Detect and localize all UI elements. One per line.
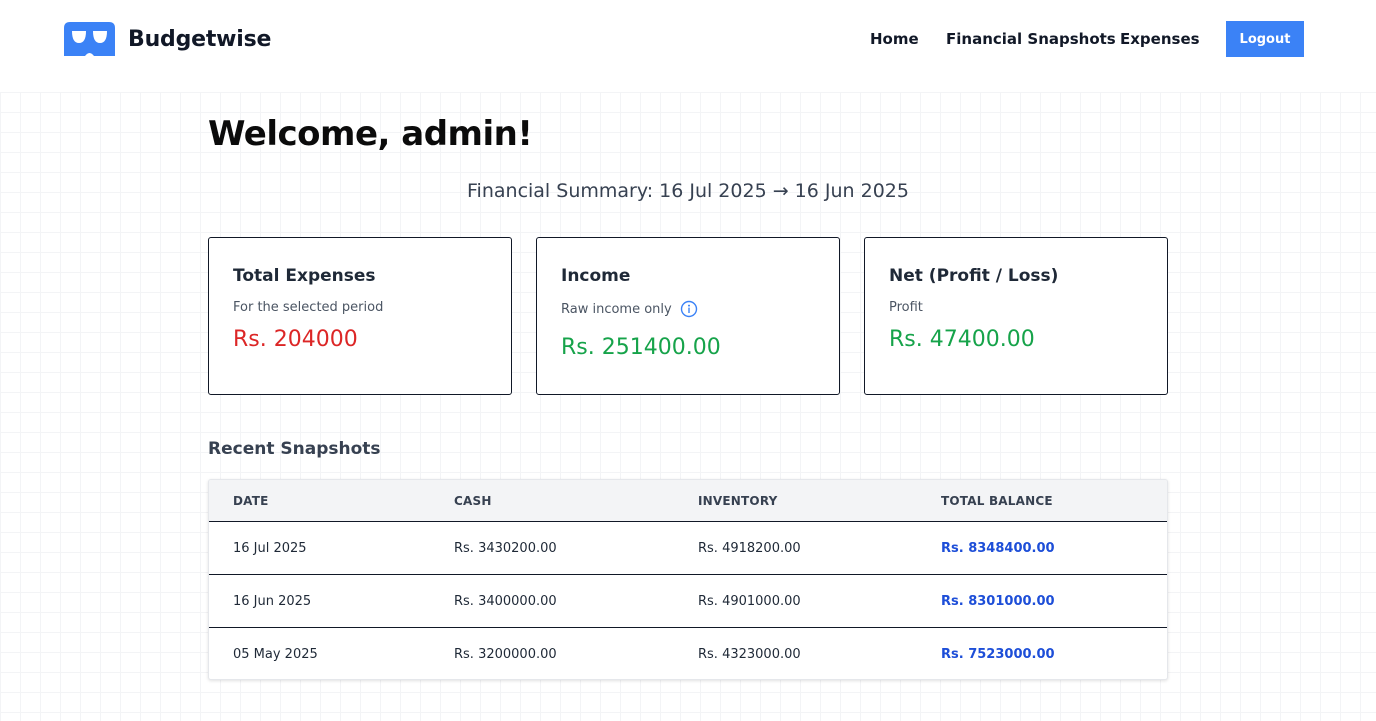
nav-financial-snapshots-link[interactable]: Financial Snapshots	[946, 30, 1116, 48]
column-header-date: DATE	[233, 494, 269, 508]
cell-inventory: Rs. 4901000.00	[698, 594, 801, 609]
net-profit-loss-card: Net (Profit / Loss) Profit Rs. 47400.00	[864, 237, 1168, 395]
cell-total-balance: Rs. 8301000.00	[941, 594, 1055, 609]
card-title: Total Expenses	[233, 266, 376, 286]
column-header-total-balance: TOTAL BALANCE	[941, 494, 1053, 508]
cell-cash: Rs. 3200000.00	[454, 647, 557, 662]
total-expenses-card: Total Expenses For the selected period R…	[208, 237, 512, 395]
income-card: Income Raw income only Rs. 251400.00	[536, 237, 840, 395]
cell-cash: Rs. 3400000.00	[454, 594, 557, 609]
net-profit-value: Rs. 47400.00	[889, 327, 1035, 352]
income-value: Rs. 251400.00	[561, 335, 721, 360]
brand[interactable]: Budgetwise	[64, 22, 271, 56]
card-subtitle: Raw income only	[561, 300, 815, 318]
cell-date: 16 Jun 2025	[233, 594, 312, 609]
snapshots-table: DATE CASH INVENTORY TOTAL BALANCE 16 Jul…	[208, 479, 1168, 680]
card-title: Income	[561, 266, 631, 286]
card-title: Net (Profit / Loss)	[889, 266, 1059, 286]
table-header: DATE CASH INVENTORY TOTAL BALANCE	[209, 480, 1167, 522]
table-row: 05 May 2025 Rs. 3200000.00 Rs. 4323000.0…	[209, 628, 1167, 679]
card-subtitle-text: For the selected period	[233, 300, 384, 315]
cell-total-balance: Rs. 8348400.00	[941, 541, 1055, 556]
column-header-cash: CASH	[454, 494, 492, 508]
cell-total-balance: Rs. 7523000.00	[941, 647, 1055, 662]
table-row: 16 Jun 2025 Rs. 3400000.00 Rs. 4901000.0…	[209, 575, 1167, 628]
card-subtitle-text: Profit	[889, 300, 923, 315]
nav-expenses-link[interactable]: Expenses	[1120, 30, 1200, 48]
card-subtitle: Profit	[889, 300, 1143, 315]
brand-name: Budgetwise	[128, 26, 272, 52]
card-subtitle: For the selected period	[233, 300, 487, 315]
glasses-mask-icon	[64, 22, 115, 56]
table-row: 16 Jul 2025 Rs. 3430200.00 Rs. 4918200.0…	[209, 522, 1167, 575]
logout-button[interactable]: Logout	[1226, 21, 1304, 57]
nav-home-link[interactable]: Home	[870, 30, 919, 48]
info-icon[interactable]	[680, 300, 698, 318]
cell-cash: Rs. 3430200.00	[454, 541, 557, 556]
cell-inventory: Rs. 4918200.00	[698, 541, 801, 556]
cell-date: 05 May 2025	[233, 647, 318, 662]
card-subtitle-text: Raw income only	[561, 301, 672, 317]
financial-summary-heading: Financial Summary: 16 Jul 2025 → 16 Jun …	[467, 180, 909, 202]
recent-snapshots-heading: Recent Snapshots	[208, 439, 381, 459]
total-expenses-value: Rs. 204000	[233, 327, 358, 352]
page: Budgetwise Home Financial Snapshots Expe…	[0, 0, 1376, 721]
page-title: Welcome, admin!	[208, 114, 533, 154]
column-header-inventory: INVENTORY	[698, 494, 778, 508]
navbar: Budgetwise Home Financial Snapshots Expe…	[0, 0, 1376, 92]
cell-date: 16 Jul 2025	[233, 541, 307, 556]
cell-inventory: Rs. 4323000.00	[698, 647, 801, 662]
